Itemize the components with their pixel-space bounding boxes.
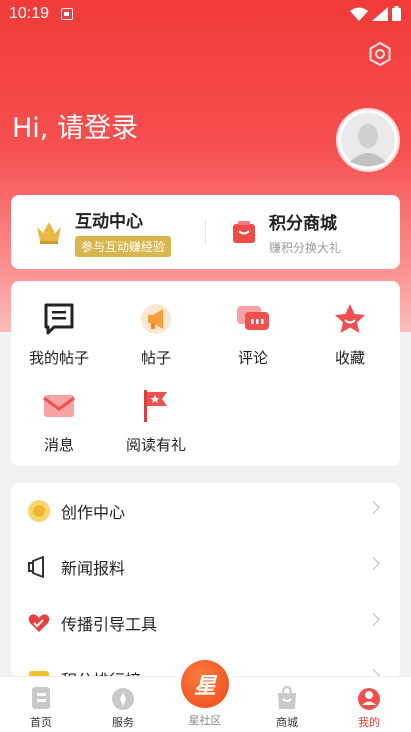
shortcut-my-posts[interactable]: 我的帖子 (11, 297, 107, 368)
interaction-center-title: 互动中心 (75, 212, 143, 232)
shortcut-reading-rewards[interactable]: 阅读有礼 (108, 384, 204, 455)
speaker-icon (28, 556, 44, 578)
shortcut-label: 我的帖子 (28, 349, 89, 367)
chevron-right-icon (367, 501, 380, 514)
menu-item-label: 创作中心 (61, 503, 126, 522)
menu-item-label: 传播引导工具 (61, 615, 158, 634)
menu-item-news-tips[interactable]: 新闻报料 (11, 539, 400, 595)
tab-label: 服务 (112, 716, 134, 729)
settings-button[interactable] (366, 40, 394, 68)
shortcut-messages[interactable]: 消息 (11, 384, 107, 455)
login-prompt[interactable]: Hi, 请登录 (12, 106, 138, 145)
points-mall-title: 积分商城 (269, 213, 337, 234)
bag-icon (278, 685, 296, 709)
compass-icon (112, 688, 134, 710)
profile-icon (358, 688, 380, 710)
shortcut-label: 帖子 (140, 349, 171, 367)
wifi-icon (350, 7, 368, 21)
points-mall-entry[interactable]: 积分商城 赚积分换大礼 (217, 195, 400, 269)
shopping-bag-icon (233, 221, 255, 243)
star-community-icon: 星 (193, 674, 216, 699)
settings-icon (369, 41, 391, 67)
tab-star-community[interactable]: 星 (181, 660, 229, 708)
tab-label: 首页 (30, 716, 52, 729)
tab-label: 商城 (276, 716, 298, 729)
points-mall-subtitle: 赚积分换大礼 (269, 240, 342, 255)
promo-card: 互动中心 参与互动赚经验 积分商城 赚积分换大礼 (11, 195, 400, 269)
avatar[interactable] (336, 108, 400, 172)
status-time: 10:19 (9, 5, 50, 22)
tab-home[interactable]: 首页 (0, 677, 82, 732)
battery-icon (392, 6, 401, 21)
heart-icon (28, 614, 50, 632)
tab-mall[interactable]: 商城 (246, 677, 328, 732)
tab-services[interactable]: 服务 (82, 677, 164, 732)
menu-item-propagation-tools[interactable]: 传播引导工具 (11, 595, 400, 651)
shortcut-label: 阅读有礼 (125, 436, 186, 454)
notification-icon (61, 8, 73, 20)
shortcut-label: 评论 (237, 349, 268, 367)
shortcut-favorites[interactable]: 收藏 (302, 297, 398, 368)
shortcut-posts[interactable]: 帖子 (108, 297, 204, 368)
divider (205, 219, 206, 245)
document-icon (44, 303, 74, 335)
chevron-right-icon (367, 557, 380, 570)
megaphone-icon (141, 304, 171, 334)
star-icon (335, 304, 365, 333)
shortcut-label: 收藏 (334, 349, 365, 367)
interaction-center-badge: 参与互动赚经验 (75, 236, 172, 257)
shortcut-comments[interactable]: 评论 (205, 297, 301, 368)
interaction-center-entry[interactable]: 互动中心 参与互动赚经验 (11, 195, 205, 269)
tab-star-community-label: 星社区 (188, 714, 222, 727)
comment-icon (237, 306, 269, 330)
crown-icon (37, 222, 61, 244)
flag-icon (144, 390, 167, 422)
tab-mine[interactable]: 我的 (328, 677, 410, 732)
signal-icon (372, 6, 388, 21)
home-icon (32, 687, 50, 709)
menu-item-creation-center[interactable]: 创作中心 (11, 483, 400, 539)
chevron-right-icon (367, 613, 380, 626)
tab-label: 我的 (358, 716, 380, 729)
envelope-icon (43, 395, 75, 417)
menu-item-label: 新闻报料 (61, 559, 126, 578)
user-avatar-icon (341, 113, 395, 167)
menu-card: 创作中心 新闻报料 传播引导工具 积分排行榜 (11, 483, 400, 678)
shortcut-label: 消息 (43, 436, 74, 454)
sun-icon (28, 500, 50, 522)
status-bar: 10:19 (0, 0, 411, 28)
shortcut-card: 我的帖子 帖子 评论 收藏 消息 阅读有礼 (11, 281, 400, 466)
